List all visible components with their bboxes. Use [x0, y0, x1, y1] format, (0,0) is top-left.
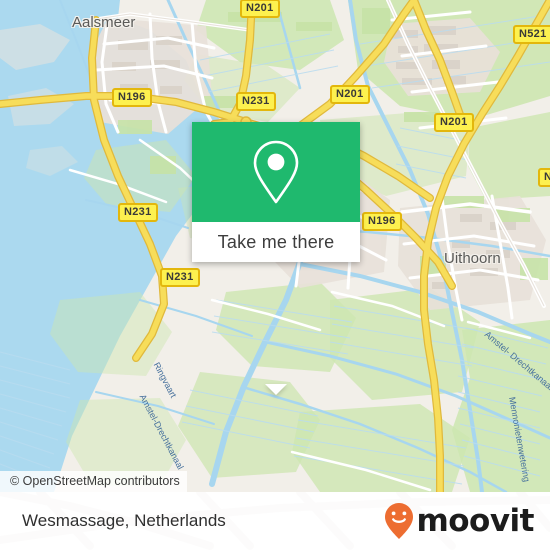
road-shield: N196	[362, 212, 402, 231]
popup-image-area	[192, 122, 360, 222]
page-title: Wesmassage, Netherlands	[22, 511, 226, 530]
map-canvas[interactable]: Aalsmeer Uithoorn Ringvaart Amstel-Drech…	[0, 0, 550, 492]
road-shield: N231	[118, 203, 158, 222]
moovit-wordmark: moovit	[416, 503, 534, 539]
road-shield: N231	[160, 268, 200, 287]
map-place-label: Aalsmeer	[72, 14, 136, 31]
location-popup-card[interactable]: Take me there	[192, 122, 360, 395]
road-shield: N201	[330, 85, 370, 104]
road-shield: N201	[240, 0, 280, 18]
map-pin-icon	[253, 140, 299, 204]
moovit-logo[interactable]: moovit	[384, 502, 534, 540]
screenshot-root: Aalsmeer Uithoorn Ringvaart Amstel-Drech…	[0, 0, 550, 550]
map-place-label: Uithoorn	[444, 250, 501, 267]
road-shield: N	[538, 168, 550, 187]
footer-bar: Wesmassage, Netherlands moovit	[0, 492, 550, 550]
osm-attribution[interactable]: © OpenStreetMap contributors	[0, 471, 187, 492]
road-shield: N201	[434, 113, 474, 132]
popup-tail	[265, 384, 287, 395]
road-shield: N196	[112, 88, 152, 107]
popup-action-area[interactable]: Take me there	[192, 222, 360, 262]
take-me-there-button[interactable]: Take me there	[218, 232, 335, 253]
road-shield: N231	[236, 92, 276, 111]
moovit-pin-smile-icon	[385, 503, 414, 539]
road-shield: N521	[513, 25, 550, 44]
